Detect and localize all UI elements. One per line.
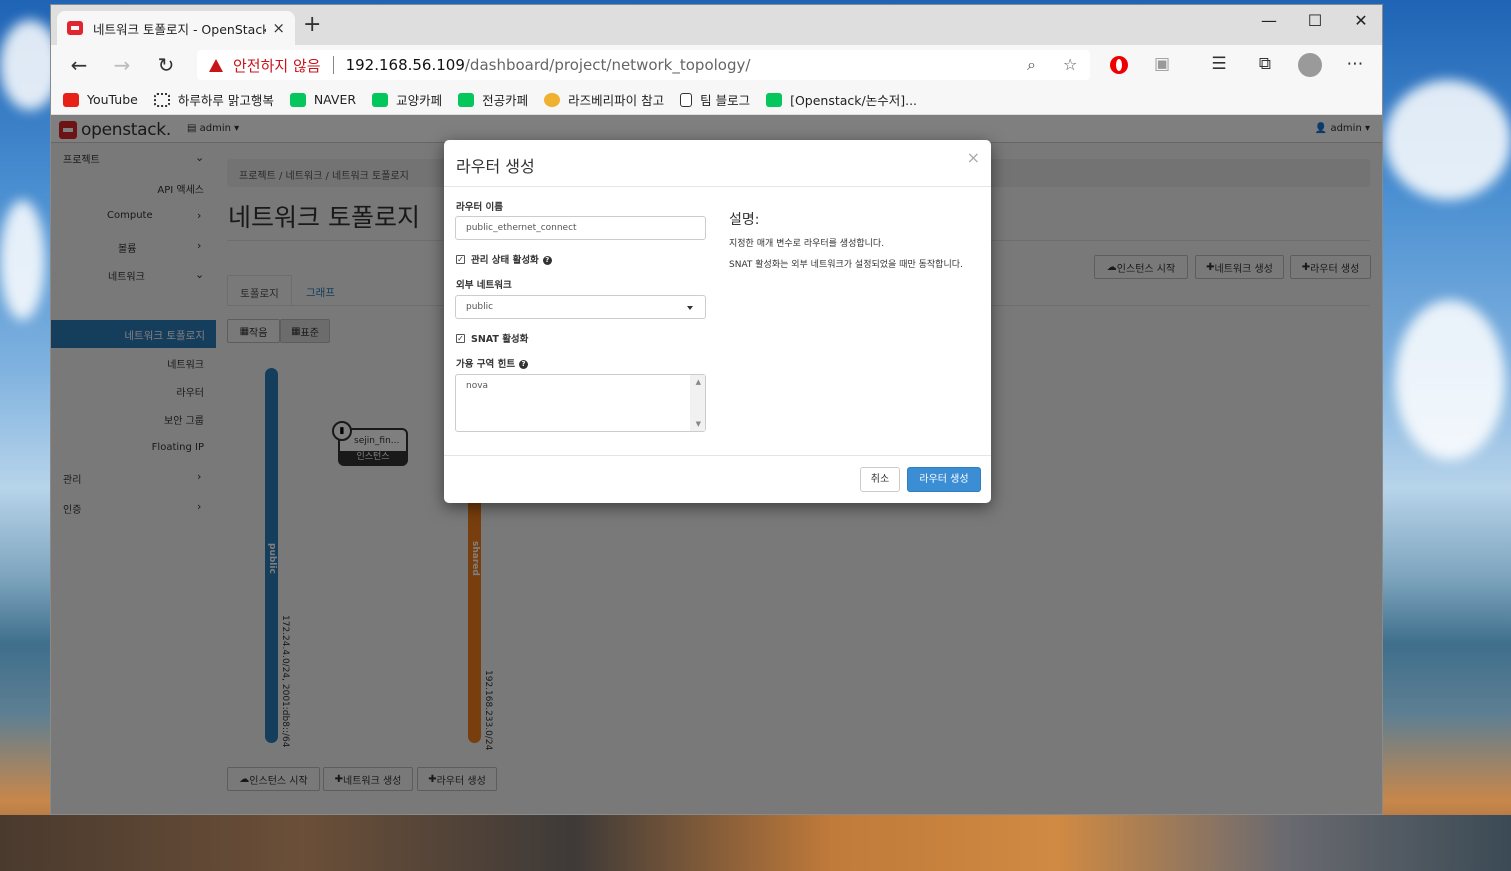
url-input[interactable]: 안전하지 않음 192.168.56.109 /dashboard/projec…	[197, 50, 1090, 80]
bookmark-label: 교양카페	[396, 93, 443, 108]
bookmark-youtube[interactable]: YouTube	[63, 92, 138, 107]
caret-down-icon	[687, 306, 693, 310]
divider	[444, 455, 991, 456]
profile-avatar[interactable]	[1298, 53, 1322, 77]
favorites-list-icon[interactable]: ☰	[1206, 54, 1232, 74]
cafe-icon	[458, 92, 475, 107]
forward-icon[interactable]: →	[108, 53, 136, 77]
bookmark-label: 라즈베리파이 참고	[568, 93, 665, 108]
router-name-input[interactable]: public_ethernet_connect	[455, 216, 706, 240]
az-hint-option[interactable]: nova	[466, 381, 488, 391]
bookmark-blog[interactable]: 하루하루 맑고행복	[153, 90, 274, 109]
help-icon[interactable]: ?	[542, 256, 552, 265]
minimize-button[interactable]: —	[1246, 11, 1292, 30]
admin-state-text: 관리 상태 활성화	[471, 255, 539, 266]
cloud	[0, 200, 45, 320]
external-network-value: public	[466, 302, 494, 312]
back-icon[interactable]: ←	[65, 53, 93, 77]
warning-icon	[209, 58, 223, 72]
maximize-button[interactable]: ☐	[1292, 11, 1338, 30]
external-network-select[interactable]: public	[455, 295, 706, 319]
bookmark-label: 전공카페	[482, 93, 529, 108]
bookmark-label: [Openstack/논수저]...	[790, 93, 918, 108]
divider	[332, 56, 334, 74]
cloud	[1395, 300, 1505, 460]
external-network-label: 외부 네트워크	[456, 280, 512, 291]
more-menu-icon[interactable]: ⋯	[1342, 54, 1368, 74]
url-host: 192.168.56.109	[345, 56, 465, 74]
scroll-up-icon[interactable]: ▲	[696, 378, 701, 386]
bookmark-label: NAVER	[313, 92, 357, 107]
tab-close-icon[interactable]: ×	[272, 19, 285, 37]
cloud	[1385, 80, 1511, 200]
az-hint-label: 가용 구역 힌트?	[456, 356, 529, 370]
beach-shore	[0, 815, 1511, 871]
bookmark-cafe-2[interactable]: 전공카페	[458, 90, 528, 109]
dots-icon	[153, 92, 170, 107]
zoom-icon[interactable]: ⌕	[1027, 55, 1036, 75]
create-router-submit-button[interactable]: 라우터 생성	[907, 467, 981, 492]
openstack-favicon-icon	[67, 21, 83, 35]
page-icon	[680, 92, 693, 107]
url-path: /dashboard/project/network_topology/	[464, 56, 751, 74]
security-warning[interactable]: 안전하지 않음	[233, 55, 321, 76]
blog-icon	[766, 92, 783, 107]
extension-icon[interactable]: ▣	[1149, 54, 1175, 74]
bookmark-raspberry[interactable]: 라즈베리파이 참고	[544, 90, 664, 109]
title-bar: 네트워크 토폴로지 - OpenStack D × + — ☐ ✕	[51, 5, 1382, 45]
bookmark-label: 팀 블로그	[700, 93, 751, 108]
naver-icon	[289, 92, 306, 107]
bookmark-naver[interactable]: NAVER	[289, 92, 357, 107]
modal-title: 라우터 생성	[456, 157, 535, 176]
router-name-label: 라우터 이름	[456, 202, 504, 213]
favorite-star-icon[interactable]: ☆	[1063, 55, 1077, 74]
admin-state-checkbox[interactable]: ✓	[456, 255, 465, 264]
bookmark-label: 하루하루 맑고행복	[177, 93, 274, 108]
create-router-modal: 라우터 생성 × 라우터 이름 public_ethernet_connect …	[444, 140, 991, 503]
close-icon[interactable]: ×	[967, 148, 980, 167]
address-bar: ← → ↻ 안전하지 않음 192.168.56.109 /dashboard/…	[51, 45, 1382, 85]
cafe-icon	[372, 92, 389, 107]
bookmark-openstack-blog[interactable]: [Openstack/논수저]...	[766, 90, 917, 109]
description-title: 설명:	[729, 212, 760, 228]
snat-checkbox[interactable]: ✓	[456, 334, 465, 343]
description-text: 지정한 매개 변수로 라우터를 생성합니다.	[729, 239, 885, 249]
description-text: SNAT 활성화는 외부 네트워크가 설정되었을 때만 동작합니다.	[729, 260, 963, 270]
browser-tab[interactable]: 네트워크 토폴로지 - OpenStack D ×	[57, 11, 295, 45]
bookmark-team-blog[interactable]: 팀 블로그	[680, 90, 750, 109]
az-hint-text: 가용 구역 힌트	[456, 359, 516, 370]
new-tab-button[interactable]: +	[303, 14, 321, 36]
cancel-button[interactable]: 취소	[860, 467, 900, 492]
opera-extension-icon[interactable]	[1110, 56, 1128, 74]
bookmark-label: YouTube	[87, 92, 138, 107]
browser-window: 네트워크 토폴로지 - OpenStack D × + — ☐ ✕ ← → ↻ …	[50, 4, 1383, 815]
admin-state-label: 관리 상태 활성화?	[471, 252, 552, 266]
refresh-icon[interactable]: ↻	[152, 53, 180, 77]
bookmark-cafe-1[interactable]: 교양카페	[372, 90, 442, 109]
window-close-button[interactable]: ✕	[1338, 11, 1382, 30]
snat-label: SNAT 활성화	[471, 334, 529, 345]
youtube-icon	[63, 92, 79, 107]
emoji-icon	[544, 92, 561, 107]
bookmarks-bar: YouTube 하루하루 맑고행복 NAVER 교양카페 전공카페 라즈베리파이…	[51, 85, 1382, 115]
scroll-down-icon[interactable]: ▼	[696, 420, 701, 428]
collections-icon[interactable]: ⧉	[1252, 54, 1278, 74]
tab-title: 네트워크 토폴로지 - OpenStack D	[93, 21, 267, 37]
help-icon[interactable]: ?	[519, 360, 529, 369]
az-hint-listbox[interactable]: nova ▲ ▼	[455, 374, 706, 432]
scrollbar[interactable]: ▲ ▼	[690, 375, 705, 431]
divider	[444, 186, 991, 187]
